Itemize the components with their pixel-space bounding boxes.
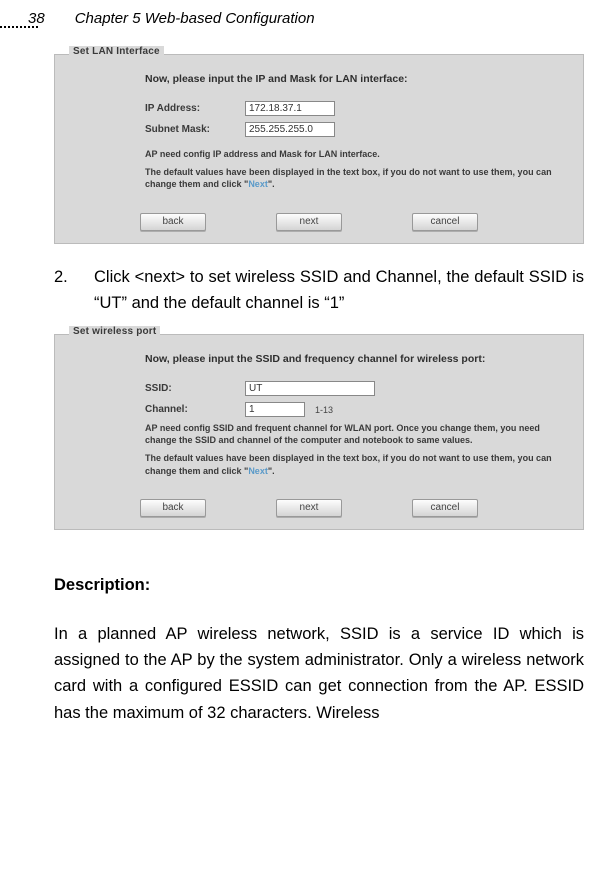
channel-label: Channel: xyxy=(145,404,245,415)
page-number: 38 xyxy=(28,10,45,27)
ip-address-input[interactable]: 172.18.37.1 xyxy=(245,101,335,116)
panel-legend: Set LAN Interface xyxy=(69,46,164,57)
step-number: 2. xyxy=(54,264,94,317)
button-row: back next cancel xyxy=(67,213,571,231)
back-button[interactable]: back xyxy=(140,499,206,517)
description-heading: Description: xyxy=(54,576,584,595)
field-row-ip: IP Address: 172.18.37.1 xyxy=(145,101,571,116)
next-button[interactable]: next xyxy=(276,213,342,231)
config-note: AP need config IP address and Mask for L… xyxy=(145,149,571,161)
next-link-text: Next xyxy=(248,179,268,189)
chapter-title: Chapter 5 Web-based Configuration xyxy=(75,10,315,27)
description-paragraph: In a planned AP wireless network, SSID i… xyxy=(54,621,584,727)
panel-set-lan-interface: Set LAN Interface Now, please input the … xyxy=(54,54,584,244)
ip-label: IP Address: xyxy=(145,103,245,114)
back-button[interactable]: back xyxy=(140,213,206,231)
step-2-text: 2. Click <next> to set wireless SSID and… xyxy=(54,264,584,317)
channel-input[interactable]: 1 xyxy=(245,402,305,417)
cancel-button[interactable]: cancel xyxy=(412,499,478,517)
hint-text: The default values have been displayed i… xyxy=(145,166,571,190)
decoration-dots xyxy=(0,26,46,34)
page-header: 38 Chapter 5 Web-based Configuration xyxy=(0,0,612,30)
instruction-text: Now, please input the IP and Mask for LA… xyxy=(145,73,571,87)
button-row: back next cancel xyxy=(67,499,571,517)
step-body: Click <next> to set wireless SSID and Ch… xyxy=(94,264,584,317)
channel-range: 1-13 xyxy=(315,405,333,415)
field-row-mask: Subnet Mask: 255.255.255.0 xyxy=(145,122,571,137)
next-link-text: Next xyxy=(248,466,268,476)
instruction-text: Now, please input the SSID and frequency… xyxy=(145,353,571,367)
ssid-label: SSID: xyxy=(145,383,245,394)
hint-text: The default values have been displayed i… xyxy=(145,452,571,476)
cancel-button[interactable]: cancel xyxy=(412,213,478,231)
subnet-mask-input[interactable]: 255.255.255.0 xyxy=(245,122,335,137)
ssid-input[interactable]: UT xyxy=(245,381,375,396)
panel-set-wireless-port: Set wireless port Now, please input the … xyxy=(54,334,584,529)
field-row-channel: Channel: 1 1-13 xyxy=(145,402,571,417)
next-button[interactable]: next xyxy=(276,499,342,517)
field-row-ssid: SSID: UT xyxy=(145,381,571,396)
panel-legend: Set wireless port xyxy=(69,326,160,337)
subnet-mask-label: Subnet Mask: xyxy=(145,124,245,135)
config-note: AP need config SSID and frequent channel… xyxy=(145,423,571,446)
